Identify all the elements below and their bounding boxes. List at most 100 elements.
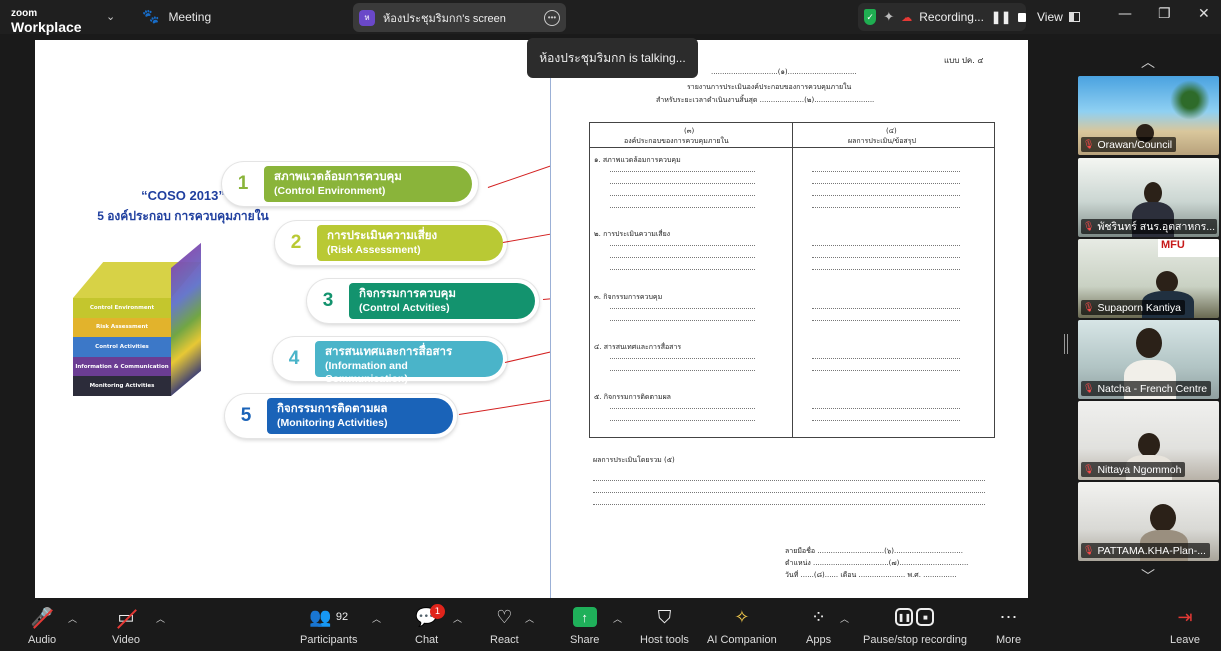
panel-resize-handle[interactable]	[1064, 334, 1068, 354]
maximize-icon[interactable]: ❐	[1158, 6, 1171, 22]
dotted-line	[812, 370, 960, 371]
audio-options-caret[interactable]: ︿	[68, 612, 77, 625]
sparkle-icon[interactable]: ✦	[883, 9, 894, 25]
apps-options-caret[interactable]: ︿	[840, 612, 849, 625]
mic-muted-icon: 🎙	[1083, 464, 1095, 474]
pause-icon[interactable]: ❚❚	[991, 10, 1011, 24]
dotted-line	[610, 420, 755, 421]
dotted-line	[812, 171, 960, 172]
participants-options-caret[interactable]: ︿	[372, 612, 381, 625]
participant-tile[interactable]: 🎙 พัชรินทร์ สนร.อุตสาหกร...	[1078, 158, 1219, 237]
chat-options-caret[interactable]: ︿	[453, 612, 462, 625]
share-button[interactable]: ↑ Share	[570, 604, 599, 646]
scroll-up-icon[interactable]: ︿	[1141, 52, 1155, 72]
react-label: React	[490, 634, 519, 646]
participant-name-tag: 🎙 Natcha - French Centre	[1081, 381, 1212, 396]
dotted-line	[610, 183, 755, 184]
participant-name-tag: 🎙 Orawan/Council	[1081, 137, 1177, 152]
more-options-icon[interactable]: •••	[544, 9, 560, 26]
dotted-line	[610, 195, 755, 196]
participant-tile[interactable]: 🎙 Orawan/Council	[1078, 76, 1219, 155]
participants-button[interactable]: 👥 92 Participants	[300, 604, 357, 647]
dotted-line	[593, 504, 985, 505]
share-icon-wrap: ↑	[572, 604, 597, 630]
participant-tile[interactable]: 🎙 Nittaya Ngommoh	[1078, 401, 1219, 480]
cube-band: Control Activities	[73, 337, 171, 357]
shield-icon[interactable]: ✓	[864, 9, 877, 25]
leave-button[interactable]: ⇥ Leave	[1170, 604, 1200, 647]
stop-icon[interactable]	[1018, 12, 1026, 22]
participant-name: Natcha - French Centre	[1097, 382, 1208, 395]
component-pill-2: 2 การประเมินความเสี่ยง (Risk Assessment)	[275, 221, 507, 265]
host-tools-label: Host tools	[640, 634, 689, 646]
component-pill-4: 4 สารสนเทศและการสื่อสาร (Information and…	[273, 337, 507, 385]
col2-head: ผลการประเมิน/ข้อสรุป	[848, 137, 916, 145]
close-icon[interactable]: ✕	[1198, 6, 1210, 22]
video-button[interactable]: ▭ Video	[112, 604, 140, 647]
more-button[interactable]: ⋯ More	[996, 604, 1021, 647]
col1-head: องค์ประกอบของการควบคุมภายใน	[624, 137, 729, 145]
dotted-line	[812, 245, 960, 246]
view-button[interactable]: View	[1031, 3, 1091, 31]
participants-count: 92	[335, 611, 349, 623]
mfu-banner: MFU	[1158, 239, 1219, 257]
participant-tile[interactable]: MFU 🎙 Supaporn Kantiya	[1078, 239, 1219, 318]
cube-band: Risk Assessment	[73, 317, 171, 338]
chevron-down-icon[interactable]: ⌄	[106, 10, 115, 23]
mic-muted-icon: 🎙	[1083, 221, 1095, 231]
leave-icon: ⇥	[1177, 606, 1193, 627]
cube-band: Monitoring Activities	[73, 376, 171, 396]
audio-button[interactable]: 🎤 Audio	[28, 604, 57, 647]
component-number: 5	[240, 405, 252, 426]
form-code: แบบ ปค. ๔	[944, 56, 984, 65]
meeting-tab[interactable]: 🐾 Meeting	[142, 8, 211, 25]
dotted-line	[610, 370, 755, 371]
dotted-line	[812, 183, 960, 184]
video-options-caret[interactable]: ︿	[156, 612, 165, 625]
screen-share-chip[interactable]: ห ห้องประชุมริมกก's screen •••	[353, 3, 566, 32]
participant-head	[1150, 504, 1176, 532]
zoom-logo[interactable]: zoom Workplace	[11, 3, 82, 35]
participant-tile[interactable]: 🎙 Natcha - French Centre	[1078, 320, 1219, 399]
dotted-line	[610, 269, 755, 270]
component-th: สภาพแวดล้อมการควบคุม	[274, 171, 402, 183]
pause-recording-label: Pause/stop recording	[863, 634, 967, 646]
minimize-icon[interactable]: —	[1118, 6, 1132, 22]
dotted-line	[812, 195, 960, 196]
scroll-down-icon[interactable]: ﹀	[1141, 566, 1155, 586]
react-options-caret[interactable]: ︿	[525, 612, 534, 625]
audio-label: Audio	[28, 634, 57, 646]
apps-icon: ⁘	[810, 606, 827, 627]
mic-muted-icon: 🎤	[31, 604, 53, 630]
participant-name-tag: 🎙 Nittaya Ngommoh	[1081, 462, 1186, 477]
share-options-caret[interactable]: ︿	[613, 612, 622, 625]
component-en: (Risk Assessment)	[327, 243, 421, 256]
dotted-line	[812, 320, 960, 321]
overall-result: ผลการประเมินโดยรวม (๕)	[593, 456, 675, 464]
shared-screen: “COSO 2013” 5 องค์ประกอบ การควบคุมภายใน …	[35, 40, 1028, 598]
dotted-line	[610, 320, 755, 321]
host-tools-button[interactable]: ⛉ Host tools	[640, 604, 689, 647]
cube-band: Information & Communication	[73, 356, 171, 377]
table-header-line	[590, 147, 994, 148]
participant-head	[1138, 433, 1160, 457]
participant-tile[interactable]: 🎙 PATTAMA.KHA-Plan-...	[1078, 482, 1219, 561]
coso-title-th: 5 องค์ประกอบ การควบคุมภายใน	[97, 209, 269, 223]
react-button[interactable]: ♡ React	[490, 604, 519, 647]
participant-name-tag: 🎙 PATTAMA.KHA-Plan-...	[1081, 543, 1210, 558]
dotted-line	[812, 269, 960, 270]
pause-recording-button[interactable]: ❚❚ ■ Pause/stop recording	[863, 604, 967, 646]
ai-companion-button[interactable]: ✧ AI Companion	[707, 604, 777, 647]
signature-line: ลายมือชื่อ .............................…	[785, 547, 963, 555]
mic-muted-icon: 🎙	[1083, 139, 1095, 149]
apps-button[interactable]: ⁘ Apps	[806, 604, 831, 647]
dotted-line	[812, 408, 960, 409]
component-pill-3: 3 กิจกรรมการควบคุม (Control Actvities)	[307, 279, 539, 323]
dotted-line	[812, 308, 960, 309]
form-item-3: ๓. กิจกรรมการควบคุม	[594, 293, 663, 301]
talking-tooltip: ห้องประชุมริมกก is talking...	[527, 38, 698, 78]
zoom-app: zoom Workplace ⌄ 🐾 Meeting ห ห้องประชุมร…	[0, 0, 1221, 651]
participant-head	[1156, 271, 1178, 293]
component-number: 4	[288, 348, 300, 369]
mic-muted-icon: 🎙	[1083, 302, 1095, 312]
